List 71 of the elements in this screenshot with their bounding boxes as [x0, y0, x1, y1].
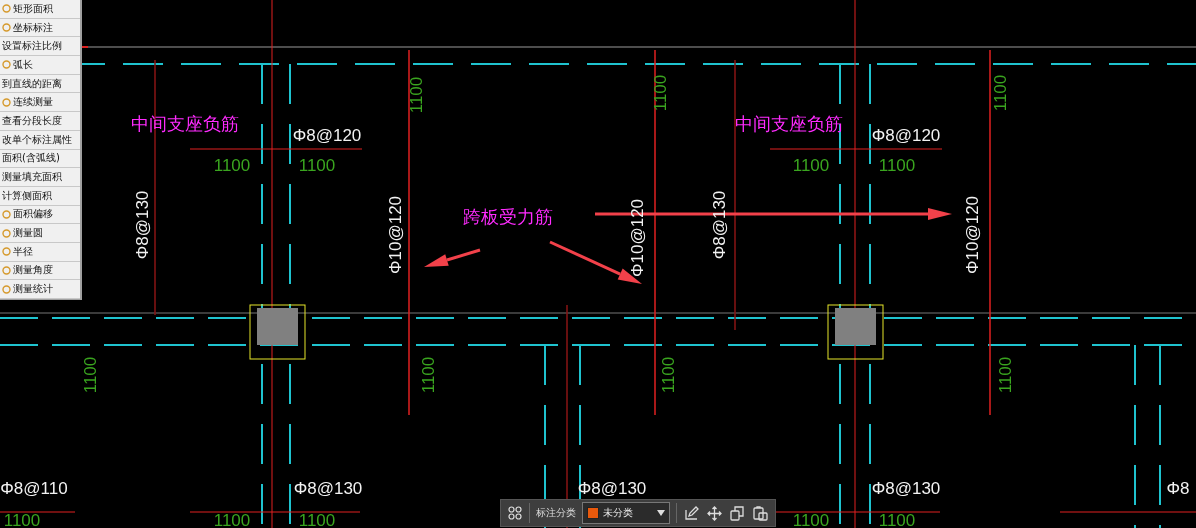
rebar-spec: Φ8@130	[871, 479, 941, 497]
caret-icon	[657, 510, 666, 516]
dimension-text: 1100	[419, 356, 437, 394]
menu-item[interactable]: 设置标注比例	[0, 37, 80, 57]
dimension-text: 1100	[659, 356, 677, 394]
menu-item-label: 到直线的距离	[2, 76, 62, 91]
grid-icon[interactable]	[507, 505, 523, 521]
menu-item[interactable]: 面积(含弧线)	[0, 149, 80, 169]
menu-item[interactable]: 半径	[0, 242, 80, 262]
rebar-spec: Φ10@120	[628, 198, 646, 278]
menu-item-label: 连续测量	[13, 95, 53, 110]
dimension-text: 1100	[81, 356, 99, 394]
rebar-spec: Φ8	[1166, 479, 1190, 497]
menu-item[interactable]: 矩形面积	[0, 0, 80, 19]
menu-item-label: 测量角度	[13, 263, 53, 278]
menu-item[interactable]: 计算侧面积	[0, 186, 80, 206]
dimension-text: 1100	[878, 156, 916, 174]
menu-item[interactable]: 到直线的距离	[0, 74, 80, 94]
menu-item-label: 矩形面积	[13, 1, 53, 16]
rebar-spec: Φ8@130	[293, 479, 363, 497]
annotation-label: 跨板受力筋	[463, 208, 553, 226]
menu-item[interactable]: 坐标标注	[0, 18, 80, 38]
dimension-text: 1100	[213, 511, 251, 528]
rebar-spec: Φ8@130	[133, 190, 151, 260]
menu-item[interactable]: 连续测量	[0, 93, 80, 113]
menu-item-label: 测量圆	[13, 226, 43, 241]
rebar-spec: Φ8@110	[0, 479, 68, 497]
menu-item[interactable]: 查看分段长度	[0, 112, 80, 131]
dimension-text: 1100	[878, 511, 916, 528]
menu-item-label: 计算侧面积	[2, 188, 52, 203]
menu-item[interactable]: 改单个标注属性	[0, 130, 80, 150]
edit-icon[interactable]	[683, 504, 700, 522]
paste-icon[interactable]	[752, 504, 769, 522]
menu-item[interactable]: 面积偏移	[0, 205, 80, 225]
rebar-spec: Φ8@120	[292, 126, 362, 144]
rebar-spec: Φ8@130	[710, 190, 728, 260]
dimension-text: 1100	[298, 511, 336, 528]
dimension-text: 1100	[213, 156, 251, 174]
copy-icon[interactable]	[729, 504, 746, 522]
dimension-text: 1100	[651, 74, 669, 112]
annotation-label: 中间支座负筋	[735, 115, 843, 133]
menu-item[interactable]: 测量填充面积	[0, 168, 80, 187]
dimension-text: 1100	[996, 356, 1014, 394]
menu-item[interactable]: 弧长	[0, 56, 80, 75]
rebar-spec: Φ10@120	[963, 195, 981, 275]
move-icon[interactable]	[706, 504, 723, 522]
category-dropdown[interactable]: 未分类	[581, 502, 671, 524]
annotation-label: 中间支座负筋	[131, 115, 239, 133]
menu-item-label: 半径	[13, 244, 33, 259]
menu-item[interactable]: 测量圆	[0, 224, 80, 243]
menu-item-label: 弧长	[13, 57, 33, 72]
rebar-spec: Φ8@120	[871, 126, 941, 144]
dimension-text: 1100	[792, 511, 830, 528]
arrow	[424, 248, 481, 267]
dimension-text: 1100	[407, 76, 425, 114]
menu-item[interactable]: 测量角度	[0, 261, 80, 281]
menu-item-label: 设置标注比例	[2, 39, 62, 54]
menu-item-label: 测量统计	[13, 282, 53, 297]
menu-item-label: 面积偏移	[13, 207, 53, 222]
menu-item-label: 查看分段长度	[2, 113, 62, 128]
menu-item-label: 改单个标注属性	[2, 132, 72, 147]
dimension-text: 1100	[991, 74, 1009, 112]
menu-item-label: 坐标标注	[13, 20, 53, 35]
menu-item-label: 测量填充面积	[2, 170, 62, 185]
dimension-text: 1100	[792, 156, 830, 174]
rebar-spec: Φ10@120	[386, 195, 404, 275]
menu-item-label: 面积(含弧线)	[2, 151, 60, 166]
menu-item[interactable]: 测量统计	[0, 280, 80, 299]
category-label: 标注分类	[535, 506, 576, 520]
dimension-text: 1100	[298, 156, 336, 174]
dimension-text: 1100	[3, 511, 41, 528]
